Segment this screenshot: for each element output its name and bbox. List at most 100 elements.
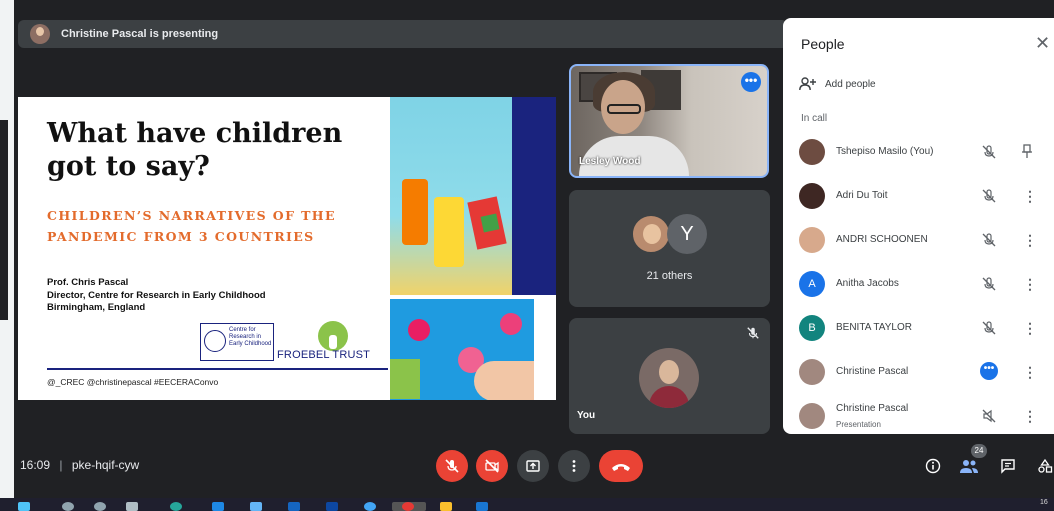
windows-start-icon[interactable] <box>18 502 30 511</box>
others-count-label: 21 others <box>646 270 693 282</box>
slide-handles: @_CREC @christinepascal #EECERAConvo <box>47 377 219 387</box>
participant-avatar <box>631 214 671 254</box>
crec-logo: Centre for Research in Early Childhood <box>200 323 274 361</box>
presentation-slide: What have children got to say? CHILDREN’… <box>18 97 556 400</box>
more-vert-icon <box>572 460 576 472</box>
taskbar-app-icon[interactable] <box>250 502 262 511</box>
tile-self-name: You <box>577 410 596 421</box>
more-vert-icon[interactable]: ⋮ <box>1023 320 1037 336</box>
mic-off-icon <box>982 233 996 247</box>
more-options-button[interactable] <box>558 450 590 482</box>
os-taskbar: 16 <box>0 498 1054 511</box>
search-icon[interactable] <box>62 502 74 511</box>
cortana-icon[interactable] <box>94 502 106 511</box>
participant-name: Adri Du Toit <box>836 190 888 201</box>
slide-divider <box>47 368 388 370</box>
participant-row[interactable]: Christine Pascal Presentation ⋮ <box>783 398 1054 434</box>
in-call-section-label: In call <box>801 113 828 124</box>
participant-name: Christine Pascal <box>836 403 909 414</box>
mic-off-icon <box>982 145 996 159</box>
people-count-badge: 24 <box>971 444 987 458</box>
mic-toggle-button[interactable] <box>436 450 468 482</box>
calendar-icon[interactable] <box>288 502 300 511</box>
meeting-details: 16:09 | pke-hqif-cyw <box>20 458 139 472</box>
more-vert-icon[interactable]: ⋮ <box>1023 232 1037 248</box>
froebel-logo-icon <box>318 321 348 351</box>
crec-logo-text: Centre for Research in Early Childhood <box>229 327 272 347</box>
participant-avatar <box>799 139 825 165</box>
participant-letter-avatar: A <box>799 271 825 297</box>
panel-title: People <box>801 36 845 52</box>
participant-name: BENITA TAYLOR <box>836 322 912 333</box>
more-vert-icon[interactable]: ⋮ <box>1023 188 1037 204</box>
more-vert-icon[interactable]: ⋮ <box>1023 408 1037 424</box>
video-tile-others[interactable]: Y 21 others <box>569 190 770 307</box>
video-tile-self[interactable]: You <box>569 318 770 434</box>
word-icon[interactable] <box>476 502 488 511</box>
pin-icon[interactable] <box>1020 144 1034 160</box>
presenting-text: Christine Pascal is presenting <box>61 28 219 40</box>
participant-avatar <box>799 359 825 385</box>
close-icon[interactable]: ✕ <box>1035 34 1050 52</box>
speaking-indicator-icon: ••• <box>980 362 998 380</box>
virus-model-photo <box>390 299 534 400</box>
mic-off-icon <box>445 459 459 473</box>
participant-row[interactable]: A Anitha Jacobs ⋮ <box>783 266 1054 302</box>
chat-icon <box>1001 459 1015 474</box>
left-frame-strip <box>0 0 14 498</box>
participant-name: Anitha Jacobs <box>836 278 899 289</box>
participant-avatar <box>799 403 825 429</box>
people-button[interactable] <box>958 455 980 477</box>
add-people-label: Add people <box>825 78 876 90</box>
participant-row[interactable]: Christine Pascal ••• ⋮ <box>783 354 1054 390</box>
present-now-button[interactable] <box>517 450 549 482</box>
slide-navy-band <box>512 97 556 295</box>
participant-name: Christine Pascal <box>836 366 909 377</box>
participant-avatar <box>799 227 825 253</box>
store-icon[interactable] <box>212 502 224 511</box>
presenter-avatar <box>30 24 50 44</box>
leave-call-button[interactable] <box>599 450 643 482</box>
presenting-banner: Christine Pascal is presenting <box>18 20 788 48</box>
more-vert-icon[interactable]: ⋮ <box>1023 364 1037 380</box>
chat-button[interactable] <box>997 455 1019 477</box>
taskbar-clock: 16 <box>1040 499 1048 506</box>
people-panel: People ✕ Add people In call Tshepiso Mas… <box>783 18 1054 434</box>
details-separator: | <box>59 458 63 472</box>
tile-more-options-button[interactable]: ••• <box>741 72 761 92</box>
participant-name: ANDRI SCHOONEN <box>836 234 928 245</box>
edge-icon[interactable] <box>170 502 182 511</box>
mic-off-icon <box>982 277 996 291</box>
taskbar-app-icon[interactable] <box>364 502 376 511</box>
task-view-icon[interactable] <box>126 502 138 511</box>
participant-subtitle: Presentation <box>836 420 881 429</box>
mic-off-icon <box>982 189 996 203</box>
video-tile-lesley-wood[interactable]: ••• Lesley Wood <box>569 64 769 178</box>
author-role: Director, Centre for Research in Early C… <box>47 289 266 301</box>
people-icon <box>960 460 978 473</box>
audio-off-icon <box>982 409 996 423</box>
mail-icon[interactable] <box>326 502 338 511</box>
slide-title: What have children got to say? <box>47 118 343 182</box>
tile-participant-name: Lesley Wood <box>579 156 641 167</box>
froebel-trust-logo-text: FROEBEL TRUST <box>277 349 371 361</box>
info-icon <box>925 458 941 474</box>
more-vert-icon[interactable]: ⋮ <box>1023 276 1037 292</box>
participant-avatar <box>799 183 825 209</box>
monster-toys-photo <box>390 97 512 295</box>
file-explorer-icon[interactable] <box>440 502 452 511</box>
participant-row[interactable]: Adri Du Toit ⋮ <box>783 178 1054 214</box>
slide-author: Prof. Chris Pascal Director, Centre for … <box>47 277 266 315</box>
meeting-code: pke-hqif-cyw <box>71 458 140 472</box>
participant-name: Tshepiso Masilo (You) <box>836 146 934 157</box>
participant-row[interactable]: Tshepiso Masilo (You) <box>783 134 1054 170</box>
participant-row[interactable]: ANDRI SCHOONEN ⋮ <box>783 222 1054 258</box>
activities-button[interactable] <box>1034 455 1054 477</box>
camera-toggle-button[interactable] <box>476 450 508 482</box>
mic-off-icon <box>747 327 759 339</box>
meeting-info-button[interactable] <box>922 455 944 477</box>
add-people-button[interactable]: Add people <box>799 77 876 91</box>
chrome-icon[interactable] <box>402 502 414 511</box>
clock-time: 16:09 <box>20 458 51 472</box>
participant-row[interactable]: B BENITA TAYLOR ⋮ <box>783 310 1054 346</box>
